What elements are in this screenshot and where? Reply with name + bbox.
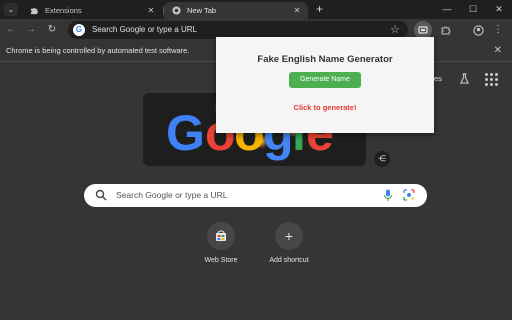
generate-name-button[interactable]: Generate Name xyxy=(289,72,361,88)
close-icon: ✕ xyxy=(495,4,503,14)
puzzle-icon xyxy=(30,6,39,15)
infobar-close-button[interactable]: ✕ xyxy=(494,44,502,58)
shortcut-label: Web Store xyxy=(204,257,238,264)
maximize-icon: ☐ xyxy=(468,4,478,14)
tab-strip: ⌄ Extensions ✕ New Tab ✕ + — ☐ ✕ xyxy=(0,0,512,19)
extension-icon xyxy=(418,26,428,34)
plus-icon: + xyxy=(275,222,303,250)
forward-button[interactable]: → xyxy=(23,22,39,38)
popup-status-text: Click to generate! xyxy=(293,103,357,112)
tab-title: Extensions xyxy=(45,6,82,15)
new-tab-button[interactable]: + xyxy=(312,2,327,17)
puzzle-icon xyxy=(441,26,451,35)
infobar-message: Chrome is being controlled by automated … xyxy=(6,46,190,55)
web-store-icon xyxy=(216,230,226,241)
bookmark-star-icon[interactable]: ☆ xyxy=(390,22,400,38)
maximize-button[interactable]: ☐ xyxy=(460,0,486,19)
address-bar-text: Search Google or type a URL xyxy=(92,25,197,34)
popup-title: Fake English Name Generator xyxy=(257,54,393,65)
shortcut-add[interactable]: + Add shortcut xyxy=(259,222,319,264)
ntp-link-partial[interactable]: es xyxy=(434,74,442,83)
shortcut-web-store[interactable]: Web Store xyxy=(191,222,251,264)
tab-new-tab[interactable]: New Tab ✕ xyxy=(164,2,308,19)
arrow-left-icon: ← xyxy=(6,24,16,35)
close-icon[interactable]: ✕ xyxy=(290,4,304,18)
back-button[interactable]: ← xyxy=(3,22,19,38)
tab-search-button[interactable]: ⌄ xyxy=(4,3,18,16)
web-store-tile xyxy=(207,222,235,250)
minimize-icon: — xyxy=(442,4,452,14)
chrome-icon xyxy=(172,6,181,15)
close-icon: ✕ xyxy=(493,45,502,56)
share-doodle-button[interactable]: ⋲ xyxy=(374,151,390,167)
search-icon xyxy=(95,189,107,201)
close-icon[interactable]: ✕ xyxy=(144,4,158,18)
extensions-button[interactable] xyxy=(438,22,454,38)
microphone-icon[interactable] xyxy=(383,189,393,202)
window-close-button[interactable]: ✕ xyxy=(486,0,512,19)
more-vert-icon: ⋮ xyxy=(493,24,503,35)
shortcut-label: Add shortcut xyxy=(269,257,309,264)
chevron-down-icon: ⌄ xyxy=(7,5,15,14)
minimize-button[interactable]: — xyxy=(434,0,460,19)
reload-icon: ↻ xyxy=(47,24,57,35)
flask-icon xyxy=(459,73,469,84)
extension-popup: Fake English Name Generator Generate Nam… xyxy=(216,37,434,133)
reload-button[interactable]: ↻ xyxy=(44,22,60,38)
tab-title: New Tab xyxy=(187,6,217,15)
menu-button[interactable]: ⋮ xyxy=(490,22,506,38)
ntp-search-box[interactable]: Search Google or type a URL xyxy=(84,184,427,207)
search-placeholder: Search Google or type a URL xyxy=(116,190,228,200)
share-icon: ⋲ xyxy=(378,154,386,163)
plus-icon: + xyxy=(315,2,323,16)
apps-grid-icon[interactable] xyxy=(485,73,498,86)
labs-button[interactable] xyxy=(456,70,472,86)
profile-button[interactable] xyxy=(470,22,486,38)
google-lens-icon[interactable] xyxy=(403,189,415,201)
google-g-icon: G xyxy=(73,24,85,36)
svg-text:G: G xyxy=(166,105,205,161)
profile-icon xyxy=(472,25,484,36)
tab-extensions[interactable]: Extensions ✕ xyxy=(22,2,162,19)
arrow-right-icon: → xyxy=(26,24,36,35)
